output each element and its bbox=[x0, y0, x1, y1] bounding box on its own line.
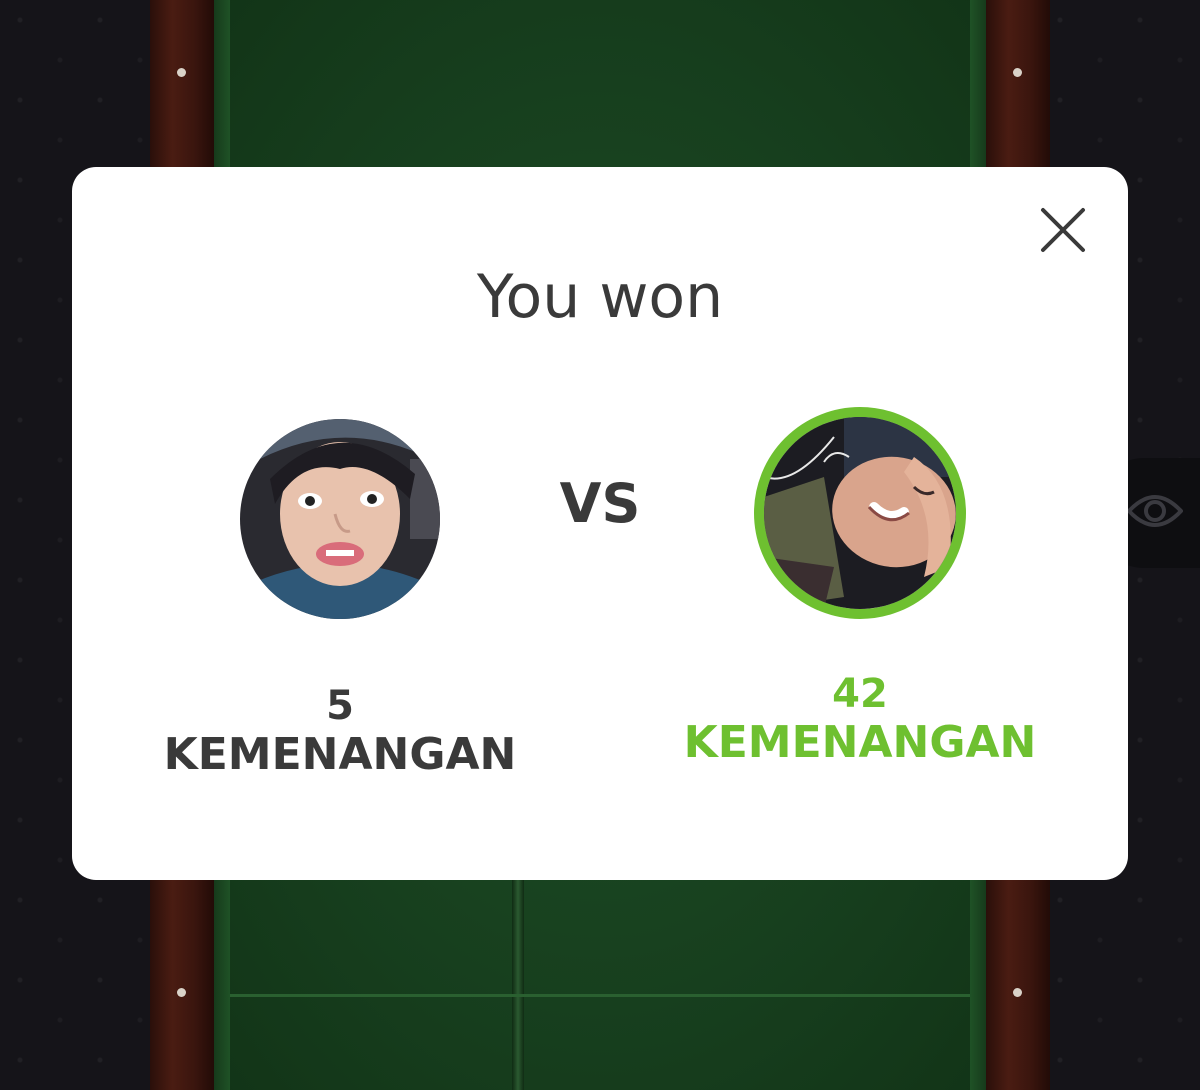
rail-diamond bbox=[177, 68, 186, 77]
rail-diamond bbox=[177, 988, 186, 997]
table-line bbox=[230, 994, 970, 997]
player-two: 42 KEMENANGAN bbox=[660, 407, 1060, 769]
rail-diamond bbox=[1013, 988, 1022, 997]
avatar-photo bbox=[240, 419, 440, 619]
avatar-photo bbox=[764, 417, 956, 609]
win-count-label: KEMENANGAN bbox=[163, 729, 517, 780]
result-title: You won bbox=[476, 262, 724, 332]
close-button[interactable] bbox=[1034, 203, 1092, 261]
win-count: 42 bbox=[832, 671, 888, 717]
win-count-label: KEMENANGAN bbox=[683, 717, 1037, 768]
avatar[interactable] bbox=[240, 419, 440, 619]
avatar-highlighted[interactable] bbox=[754, 407, 966, 619]
close-icon bbox=[1039, 206, 1087, 258]
versus-label: VS bbox=[559, 472, 641, 535]
player-one: 5 KEMENANGAN bbox=[140, 407, 540, 781]
game-result-dialog: You won 5 KEMENANGAN VS 42 KEMENANGAN bbox=[72, 167, 1128, 880]
win-count: 5 bbox=[326, 683, 354, 729]
rail-diamond bbox=[1013, 68, 1022, 77]
pool-cue bbox=[512, 880, 524, 1090]
